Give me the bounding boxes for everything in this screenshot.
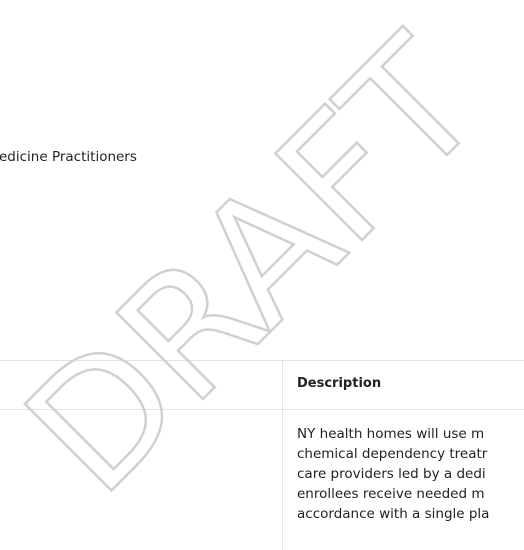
description-line: accordance with a single pla bbox=[297, 506, 490, 522]
description-line: care providers led by a dedi bbox=[297, 466, 486, 482]
table-top-rule bbox=[0, 360, 524, 361]
description-table: Description NY health homes will use m c… bbox=[0, 360, 524, 550]
description-line: enrollees receive needed m bbox=[297, 486, 485, 502]
description-cell: NY health homes will use m chemical depe… bbox=[297, 424, 524, 524]
practitioners-heading: edicine Practitioners bbox=[0, 149, 137, 165]
table-column-divider bbox=[282, 360, 283, 550]
description-line: NY health homes will use m bbox=[297, 426, 485, 442]
table-header-rule bbox=[0, 409, 524, 410]
document-page: edicine Practitioners Description NY hea… bbox=[0, 0, 524, 550]
description-column-header: Description bbox=[297, 376, 382, 391]
description-line: chemical dependency treatr bbox=[297, 446, 488, 462]
